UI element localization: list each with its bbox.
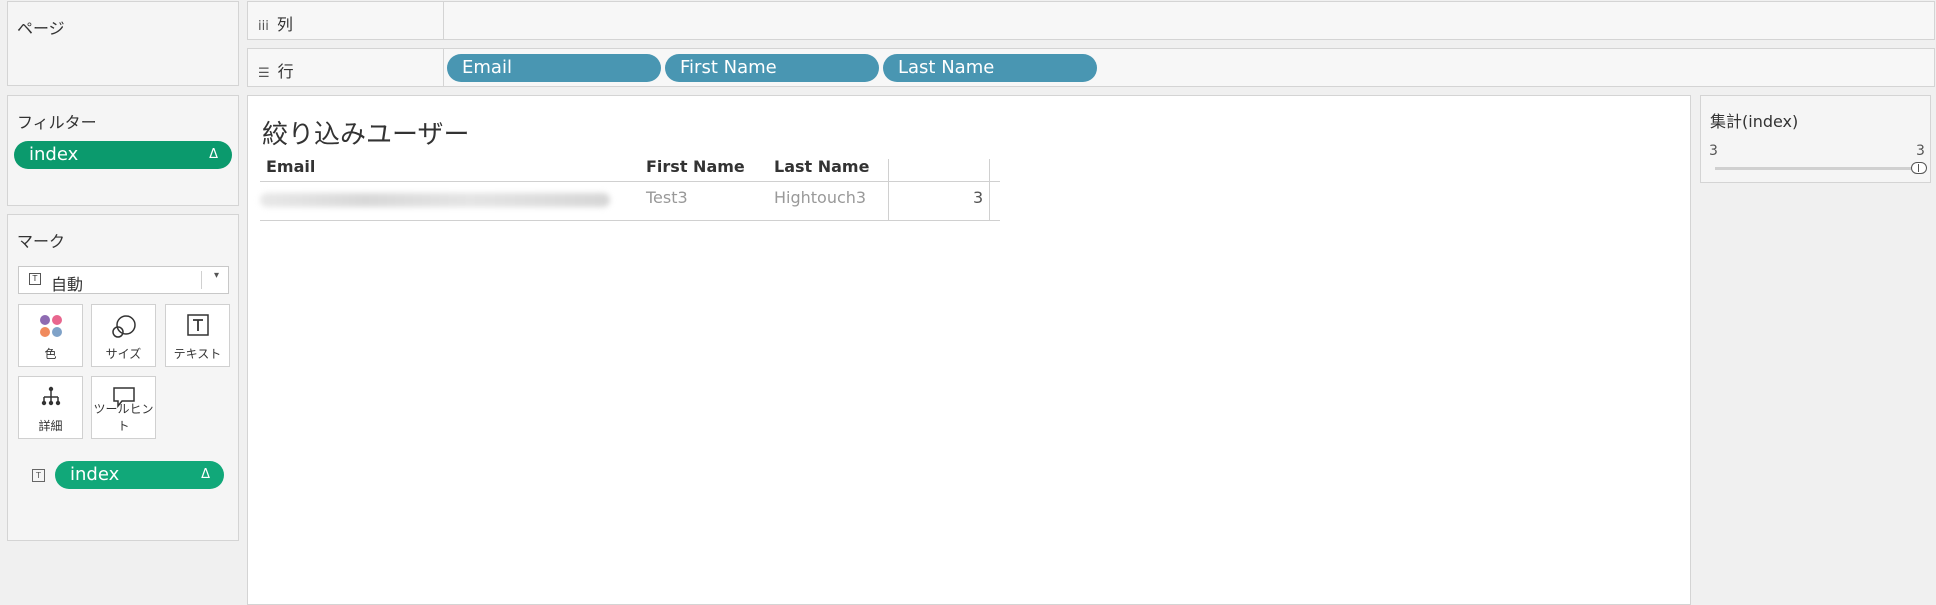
email-cell-blurred bbox=[260, 193, 610, 207]
rows-shelf[interactable]: ☰ 行 Email First Name Last Name bbox=[247, 48, 1935, 87]
filters-title: フィルター bbox=[17, 113, 97, 132]
shelf-separator bbox=[443, 2, 444, 39]
legend-max: 3 bbox=[1916, 143, 1925, 159]
size-circles-icon bbox=[111, 315, 136, 338]
filters-panel: フィルター index Δ bbox=[7, 95, 239, 206]
pages-title: ページ bbox=[17, 19, 65, 38]
row-pill-first-name[interactable]: First Name bbox=[665, 54, 879, 82]
legend-title: 集計(index) bbox=[1710, 112, 1799, 131]
columns-shelf[interactable]: iii 列 bbox=[247, 1, 1935, 40]
cell-value[interactable]: 3 bbox=[973, 188, 983, 207]
column-divider bbox=[888, 159, 889, 221]
detail-tree-icon bbox=[41, 386, 60, 406]
color-label: 色 bbox=[44, 347, 57, 361]
shelf-separator bbox=[443, 49, 444, 86]
size-button[interactable]: サイズ bbox=[91, 304, 156, 367]
detail-label: 詳細 bbox=[38, 419, 63, 433]
range-slider-track[interactable] bbox=[1715, 167, 1915, 170]
columns-icon: iii bbox=[258, 19, 269, 34]
cell-first-name[interactable]: Test3 bbox=[646, 188, 688, 207]
size-label: サイズ bbox=[105, 347, 142, 361]
header-email[interactable]: Email bbox=[266, 157, 315, 176]
detail-button[interactable]: 詳細 bbox=[18, 376, 83, 439]
mark-type-dropdown[interactable]: T 自動 ▾ bbox=[18, 266, 229, 294]
rows-icon: ☰ bbox=[258, 66, 270, 81]
rows-label: 行 bbox=[277, 62, 294, 81]
pages-panel[interactable]: ページ bbox=[7, 1, 239, 86]
marks-title: マーク bbox=[17, 232, 66, 251]
tooltip-label: ツールヒント bbox=[93, 402, 154, 433]
row-pill-last-name[interactable]: Last Name bbox=[883, 54, 1097, 82]
text-button[interactable]: テキスト bbox=[165, 304, 230, 367]
chevron-down-icon[interactable]: ▾ bbox=[214, 270, 219, 281]
cell-last-name[interactable]: Hightouch3 bbox=[774, 188, 866, 207]
header-divider bbox=[260, 181, 1000, 182]
color-button[interactable]: 色 bbox=[18, 304, 83, 367]
text-mark-icon: T bbox=[29, 273, 41, 285]
delta-icon: Δ bbox=[209, 147, 218, 162]
rows-shelf-label: ☰ 行 bbox=[258, 58, 294, 82]
marks-index-pill[interactable]: index Δ bbox=[55, 461, 224, 489]
delta-icon: Δ bbox=[201, 467, 210, 482]
text-field-icon[interactable]: T bbox=[32, 469, 45, 482]
header-first-name[interactable]: First Name bbox=[646, 157, 745, 176]
text-label: テキスト bbox=[173, 347, 222, 361]
marks-panel: マーク T 自動 ▾ 色 サイズ テキスト 詳細 ツールヒント T index … bbox=[7, 214, 239, 541]
text-box-icon bbox=[186, 314, 209, 336]
tooltip-button[interactable]: ツールヒント bbox=[91, 376, 156, 439]
header-last-name[interactable]: Last Name bbox=[774, 157, 869, 176]
row-bottom-border bbox=[260, 220, 1000, 221]
marks-index-label: index bbox=[70, 464, 120, 485]
table-right-border bbox=[989, 159, 990, 221]
view-canvas[interactable]: 絞り込みユーザー Email First Name Last Name Test… bbox=[247, 95, 1691, 605]
mark-type-label: 自動 bbox=[51, 275, 84, 294]
legend-min: 3 bbox=[1709, 143, 1718, 159]
columns-shelf-label: iii 列 bbox=[258, 11, 293, 35]
filter-index-label: index bbox=[29, 144, 79, 165]
color-dots-icon bbox=[39, 315, 62, 337]
filter-index-pill[interactable]: index Δ bbox=[14, 141, 232, 169]
index-legend-panel: 集計(index) 3 3 bbox=[1700, 95, 1931, 183]
row-pill-email[interactable]: Email bbox=[447, 54, 661, 82]
columns-label: 列 bbox=[276, 15, 293, 34]
slider-handle-icon[interactable] bbox=[1911, 162, 1927, 174]
dropdown-separator bbox=[201, 271, 202, 289]
view-title: 絞り込みユーザー bbox=[262, 120, 470, 150]
